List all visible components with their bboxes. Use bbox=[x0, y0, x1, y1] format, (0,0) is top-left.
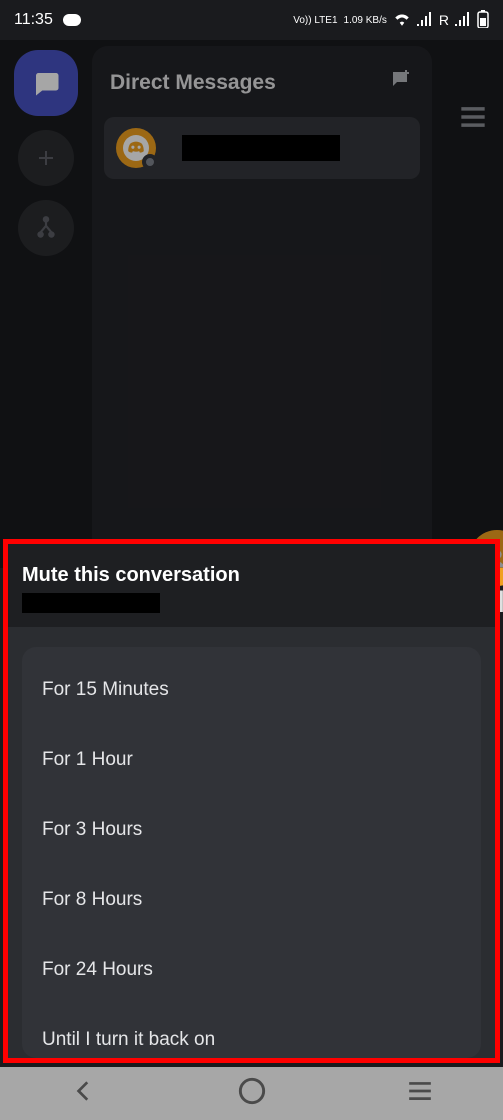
sheet-header: Mute this conversation bbox=[8, 544, 495, 627]
highlighted-region: Mute this conversation For 15 Minutes Fo… bbox=[3, 539, 500, 1063]
avatar bbox=[116, 128, 156, 168]
status-time: 11:35 bbox=[14, 11, 53, 29]
sheet-title: Mute this conversation bbox=[22, 564, 481, 587]
add-server-button[interactable] bbox=[18, 130, 74, 186]
system-nav-bar bbox=[0, 1067, 503, 1120]
mute-option-15min[interactable]: For 15 Minutes bbox=[22, 655, 481, 725]
phone-screen: 11:35 Vo)) LTE1 1.09 KB/s R bbox=[0, 0, 503, 1067]
redacted-subtitle bbox=[22, 593, 160, 613]
battery-icon bbox=[477, 10, 489, 31]
home-button[interactable] bbox=[238, 1077, 266, 1110]
mute-option-1hr[interactable]: For 1 Hour bbox=[22, 725, 481, 795]
redacted-name bbox=[182, 135, 340, 161]
hamburger-icon[interactable] bbox=[459, 106, 503, 133]
mute-option-3hr[interactable]: For 3 Hours bbox=[22, 795, 481, 865]
main-area: Direct Messages bbox=[0, 40, 503, 568]
mute-option-24hr[interactable]: For 24 Hours bbox=[22, 935, 481, 1005]
right-edge-panel: Bl bbox=[441, 86, 503, 606]
mute-bottom-sheet: Mute this conversation For 15 Minutes Fo… bbox=[8, 544, 495, 1058]
mute-options-list: For 15 Minutes For 1 Hour For 3 Hours Fo… bbox=[22, 647, 481, 1058]
back-button[interactable] bbox=[71, 1078, 97, 1109]
signal-icon-1 bbox=[417, 12, 433, 29]
mute-option-until[interactable]: Until I turn it back on bbox=[22, 1005, 481, 1058]
lte-indicator: Vo)) LTE1 bbox=[293, 15, 337, 26]
cloud-icon bbox=[63, 14, 81, 26]
status-offline-icon bbox=[142, 154, 158, 170]
status-bar: 11:35 Vo)) LTE1 1.09 KB/s R bbox=[0, 0, 503, 40]
mute-option-8hr[interactable]: For 8 Hours bbox=[22, 865, 481, 935]
wifi-icon bbox=[393, 12, 411, 29]
server-rail bbox=[0, 40, 92, 568]
dm-panel: Direct Messages bbox=[92, 46, 432, 568]
dm-conversation-item[interactable] bbox=[104, 117, 420, 179]
roaming-indicator: R bbox=[439, 12, 449, 28]
recents-button[interactable] bbox=[407, 1080, 433, 1107]
speed-indicator: 1.09 KB/s bbox=[344, 15, 387, 26]
dm-home-button[interactable] bbox=[14, 50, 78, 116]
discover-button[interactable] bbox=[18, 200, 74, 256]
new-message-icon[interactable] bbox=[388, 68, 414, 97]
dm-title: Direct Messages bbox=[110, 71, 276, 95]
signal-icon-2 bbox=[455, 12, 471, 29]
